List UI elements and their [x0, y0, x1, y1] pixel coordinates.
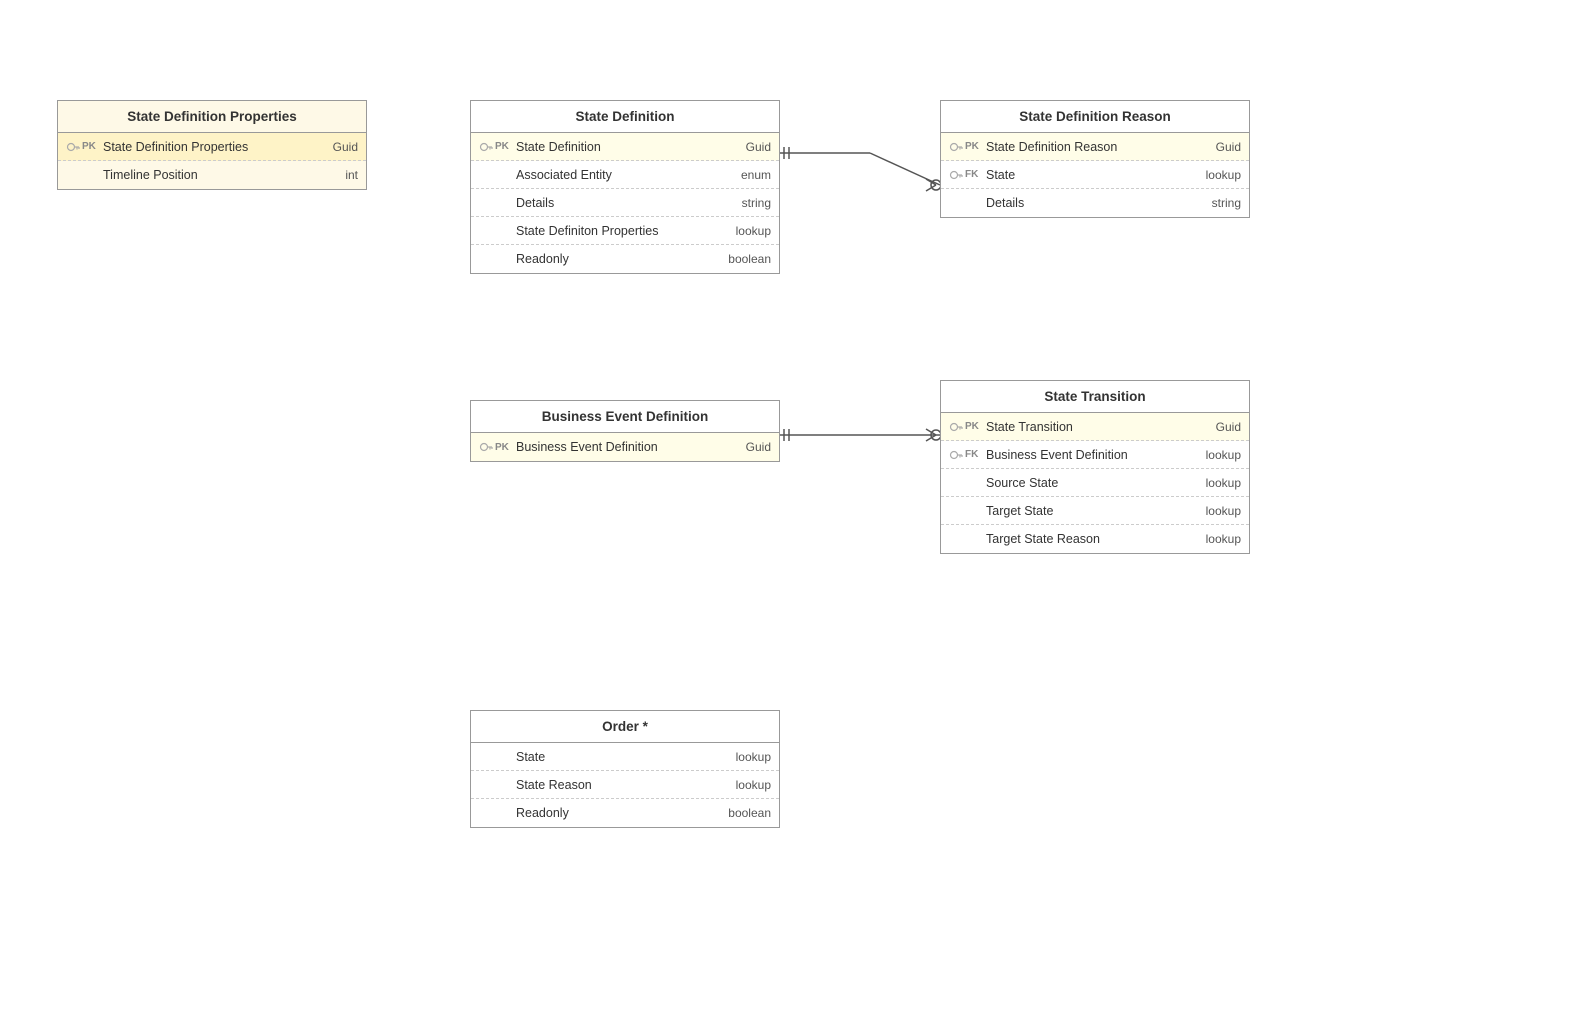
row-type: Guid [1191, 140, 1241, 154]
row-name: Readonly [516, 252, 721, 266]
table-row: Target State Reason lookup [941, 525, 1249, 553]
row-name: State [516, 750, 721, 764]
row-name: Business Event Definition [986, 448, 1191, 462]
table-row: Readonly boolean [471, 799, 779, 827]
row-badge: PK [495, 141, 513, 152]
table-row: State Definiton Properties lookup [471, 217, 779, 245]
row-name: State [986, 168, 1191, 182]
table-row: State lookup [471, 743, 779, 771]
table-row: State Reason lookup [471, 771, 779, 799]
key-icon [479, 440, 493, 454]
row-type: Guid [721, 140, 771, 154]
row-type: lookup [721, 224, 771, 238]
row-type: lookup [1191, 532, 1241, 546]
row-name: Details [986, 196, 1191, 210]
table-row: FK State lookup [941, 161, 1249, 189]
table-header: Business Event Definition [471, 401, 779, 433]
row-name: State Definiton Properties [516, 224, 721, 238]
table-state-definition-properties: State Definition Properties PK State Def… [57, 100, 367, 190]
row-type: lookup [1191, 476, 1241, 490]
empty-icon [949, 476, 963, 490]
table-row: Details string [471, 189, 779, 217]
table-row: Source State lookup [941, 469, 1249, 497]
key-icon [949, 140, 963, 154]
table-order: Order * State lookup State Reason lookup… [470, 710, 780, 828]
row-type: Guid [721, 440, 771, 454]
table-row: PK State Definition Guid [471, 133, 779, 161]
row-type: enum [721, 168, 771, 182]
table-row: Timeline Position int [58, 161, 366, 189]
row-name: State Definition Reason [986, 140, 1191, 154]
row-type: lookup [721, 778, 771, 792]
row-type: boolean [721, 806, 771, 820]
row-name: Target State [986, 504, 1191, 518]
row-name: State Definition Properties [103, 140, 308, 154]
table-row: Details string [941, 189, 1249, 217]
empty-icon [479, 778, 493, 792]
row-type: boolean [721, 252, 771, 266]
row-type: Guid [308, 140, 358, 154]
table-row: Associated Entity enum [471, 161, 779, 189]
row-type: lookup [1191, 448, 1241, 462]
table-header: State Definition Properties [58, 101, 366, 133]
empty-icon [479, 750, 493, 764]
table-row: PK State Transition Guid [941, 413, 1249, 441]
empty-icon [949, 532, 963, 546]
row-type: lookup [1191, 504, 1241, 518]
table-header: Order * [471, 711, 779, 743]
row-name: Associated Entity [516, 168, 721, 182]
table-state-definition-reason: State Definition Reason PK State Definit… [940, 100, 1250, 218]
table-state-transition: State Transition PK State Transition Gui… [940, 380, 1250, 554]
key-icon [66, 140, 80, 154]
row-type: lookup [721, 750, 771, 764]
empty-icon [479, 196, 493, 210]
row-name: Readonly [516, 806, 721, 820]
table-row: Target State lookup [941, 497, 1249, 525]
empty-icon [949, 196, 963, 210]
table-header: State Definition [471, 101, 779, 133]
empty-icon [479, 224, 493, 238]
table-row: PK State Definition Properties Guid [58, 133, 366, 161]
key-icon [479, 140, 493, 154]
row-name: Business Event Definition [516, 440, 721, 454]
row-name: State Reason [516, 778, 721, 792]
empty-icon [479, 168, 493, 182]
key-icon [949, 420, 963, 434]
row-name: Source State [986, 476, 1191, 490]
row-name: Details [516, 196, 721, 210]
key-icon [949, 448, 963, 462]
row-badge: FK [965, 169, 983, 180]
table-header: State Definition Reason [941, 101, 1249, 133]
empty-icon [66, 168, 80, 182]
row-name: State Definition [516, 140, 721, 154]
row-type: Guid [1191, 420, 1241, 434]
table-row: Readonly boolean [471, 245, 779, 273]
row-type: int [308, 168, 358, 182]
row-badge: PK [495, 442, 513, 453]
row-type: string [721, 196, 771, 210]
table-row: PK Business Event Definition Guid [471, 433, 779, 461]
empty-icon [479, 806, 493, 820]
table-row: PK State Definition Reason Guid [941, 133, 1249, 161]
row-type: lookup [1191, 168, 1241, 182]
row-badge: PK [965, 141, 983, 152]
row-name: State Transition [986, 420, 1191, 434]
row-name: Target State Reason [986, 532, 1191, 546]
row-badge: PK [965, 421, 983, 432]
table-business-event-definition: Business Event Definition PK Business Ev… [470, 400, 780, 462]
key-icon [949, 168, 963, 182]
table-state-definition: State Definition PK State Definition Gui… [470, 100, 780, 274]
table-row: FK Business Event Definition lookup [941, 441, 1249, 469]
diagram-canvas: State Definition Properties PK State Def… [0, 0, 1571, 1015]
row-badge: PK [82, 141, 100, 152]
empty-icon [479, 252, 493, 266]
row-badge: FK [965, 449, 983, 460]
row-type: string [1191, 196, 1241, 210]
empty-icon [949, 504, 963, 518]
table-header: State Transition [941, 381, 1249, 413]
row-name: Timeline Position [103, 168, 308, 182]
